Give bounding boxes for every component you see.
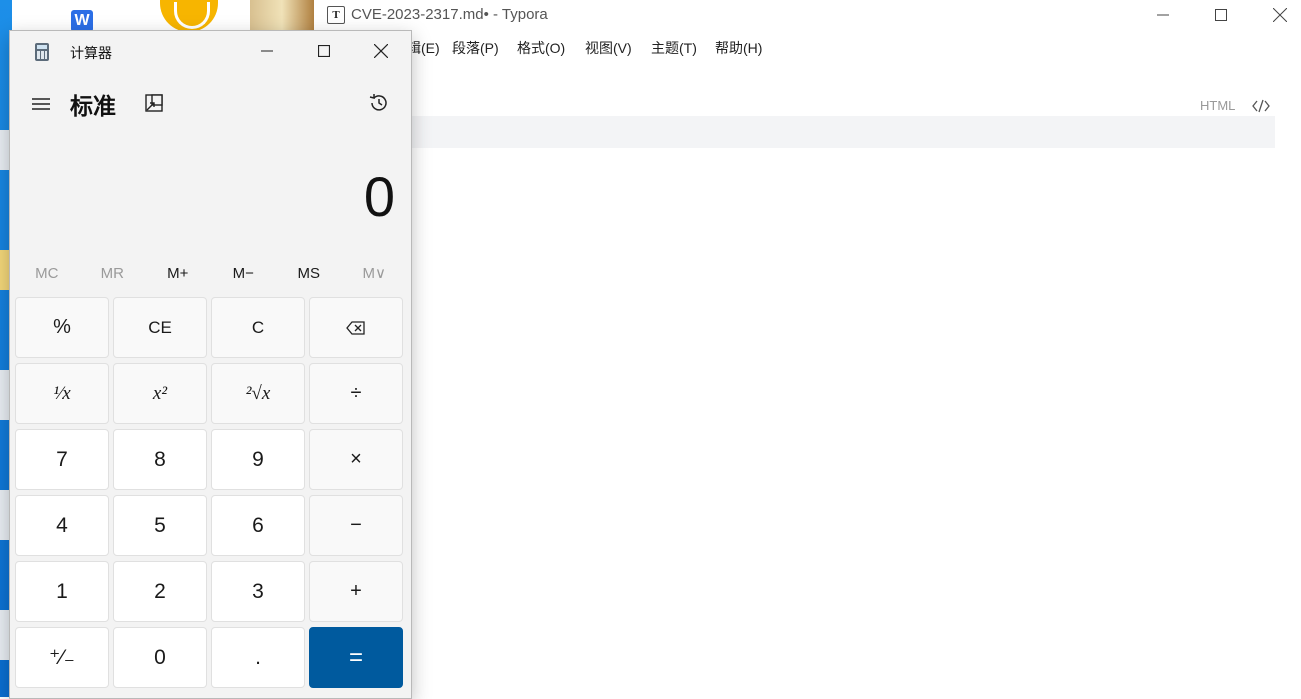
digit-9-button[interactable]: 9: [211, 429, 305, 490]
plus-button[interactable]: +: [309, 561, 403, 622]
calculator-mode-title: 标准: [70, 93, 116, 119]
calculator-titlebar[interactable]: 计算器: [10, 31, 411, 71]
multiply-button[interactable]: ×: [309, 429, 403, 490]
history-icon[interactable]: [368, 92, 390, 114]
maximize-icon: [1215, 9, 1227, 21]
negate-button[interactable]: ⁺⁄₋: [15, 627, 109, 688]
typora-window: T CVE-2023-2317.md• - Typora 辑(E) 段落(P) …: [318, 0, 1301, 697]
code-brackets-icon[interactable]: [1252, 99, 1270, 113]
calculator-mode-header: 标准: [10, 83, 411, 123]
picture-desktop-icon[interactable]: [250, 0, 314, 32]
menu-format[interactable]: 格式(O): [517, 38, 565, 58]
backspace-icon: [346, 320, 365, 335]
digit-5-button[interactable]: 5: [113, 495, 207, 556]
wps-word-desktop-icon[interactable]: W: [65, 4, 111, 32]
digit-6-button[interactable]: 6: [211, 495, 305, 556]
memory-store-button[interactable]: MS: [276, 263, 342, 285]
calculator-display: 0: [363, 165, 395, 228]
equals-button[interactable]: =: [309, 627, 403, 688]
calculator-maximize-button[interactable]: [296, 31, 352, 71]
memory-subtract-button[interactable]: M−: [211, 263, 277, 285]
typora-app-icon: T: [327, 6, 345, 24]
minus-button[interactable]: −: [309, 495, 403, 556]
typora-maximize-button[interactable]: [1198, 0, 1244, 30]
backspace-button[interactable]: [309, 297, 403, 358]
percent-button[interactable]: %: [15, 297, 109, 358]
digit-7-button[interactable]: 7: [15, 429, 109, 490]
close-icon: [374, 44, 388, 58]
code-language-label: HTML: [1200, 98, 1236, 113]
clear-entry-button[interactable]: CE: [113, 297, 207, 358]
code-language-selector[interactable]: HTML: [1180, 96, 1275, 116]
memory-recall-button[interactable]: MR: [80, 263, 146, 285]
digit-1-button[interactable]: 1: [15, 561, 109, 622]
desktop-icons-row: W: [0, 0, 330, 32]
memory-list-button[interactable]: M∨: [342, 263, 408, 285]
calculator-window-title: 计算器: [70, 45, 112, 61]
typora-minimize-button[interactable]: [1140, 0, 1186, 30]
digit-3-button[interactable]: 3: [211, 561, 305, 622]
menu-help[interactable]: 帮助(H): [715, 38, 762, 58]
clear-button[interactable]: C: [211, 297, 305, 358]
typora-menubar: 辑(E) 段落(P) 格式(O) 视图(V) 主题(T) 帮助(H): [318, 34, 1301, 60]
hamburger-menu-icon[interactable]: [30, 95, 52, 113]
calculator-app-icon: [35, 43, 49, 61]
typora-titlebar[interactable]: T CVE-2023-2317.md• - Typora: [318, 0, 1301, 30]
minimize-icon: [261, 50, 273, 52]
decimal-button[interactable]: .: [211, 627, 305, 688]
divide-button[interactable]: ÷: [309, 363, 403, 424]
typora-window-title: CVE-2023-2317.md• - Typora: [351, 6, 548, 23]
menu-view[interactable]: 视图(V): [585, 38, 632, 58]
memory-add-button[interactable]: M+: [145, 263, 211, 285]
square-button[interactable]: x²: [113, 363, 207, 424]
reciprocal-button[interactable]: ¹⁄x: [15, 363, 109, 424]
calculator-keypad: % CE C ¹⁄x x² ²√x ÷ 7 8 9 × 4 5 6 − 1 2 …: [15, 297, 407, 688]
keep-on-top-icon[interactable]: [144, 93, 164, 113]
code-block-header: HTML: [410, 96, 1275, 116]
calculator-window: 计算器 标准 0 MC MR M+ M− MS M∨ % CE C ¹⁄x x²…: [9, 30, 412, 699]
calculator-close-button[interactable]: [353, 31, 409, 71]
menu-theme[interactable]: 主题(T): [651, 38, 697, 58]
digit-0-button[interactable]: 0: [113, 627, 207, 688]
memory-row: MC MR M+ M− MS M∨: [14, 263, 407, 285]
typora-close-button[interactable]: [1257, 0, 1301, 30]
code-block-editor[interactable]: [410, 116, 1275, 148]
minimize-icon: [1157, 14, 1169, 16]
close-icon: [1273, 8, 1287, 22]
memory-clear-button[interactable]: MC: [14, 263, 80, 285]
digit-8-button[interactable]: 8: [113, 429, 207, 490]
digit-4-button[interactable]: 4: [15, 495, 109, 556]
square-root-button[interactable]: ²√x: [211, 363, 305, 424]
digit-2-button[interactable]: 2: [113, 561, 207, 622]
maximize-icon: [318, 45, 330, 57]
calculator-minimize-button[interactable]: [239, 31, 295, 71]
app-logo-desktop-icon[interactable]: [160, 0, 218, 32]
menu-paragraph[interactable]: 段落(P): [452, 38, 499, 58]
